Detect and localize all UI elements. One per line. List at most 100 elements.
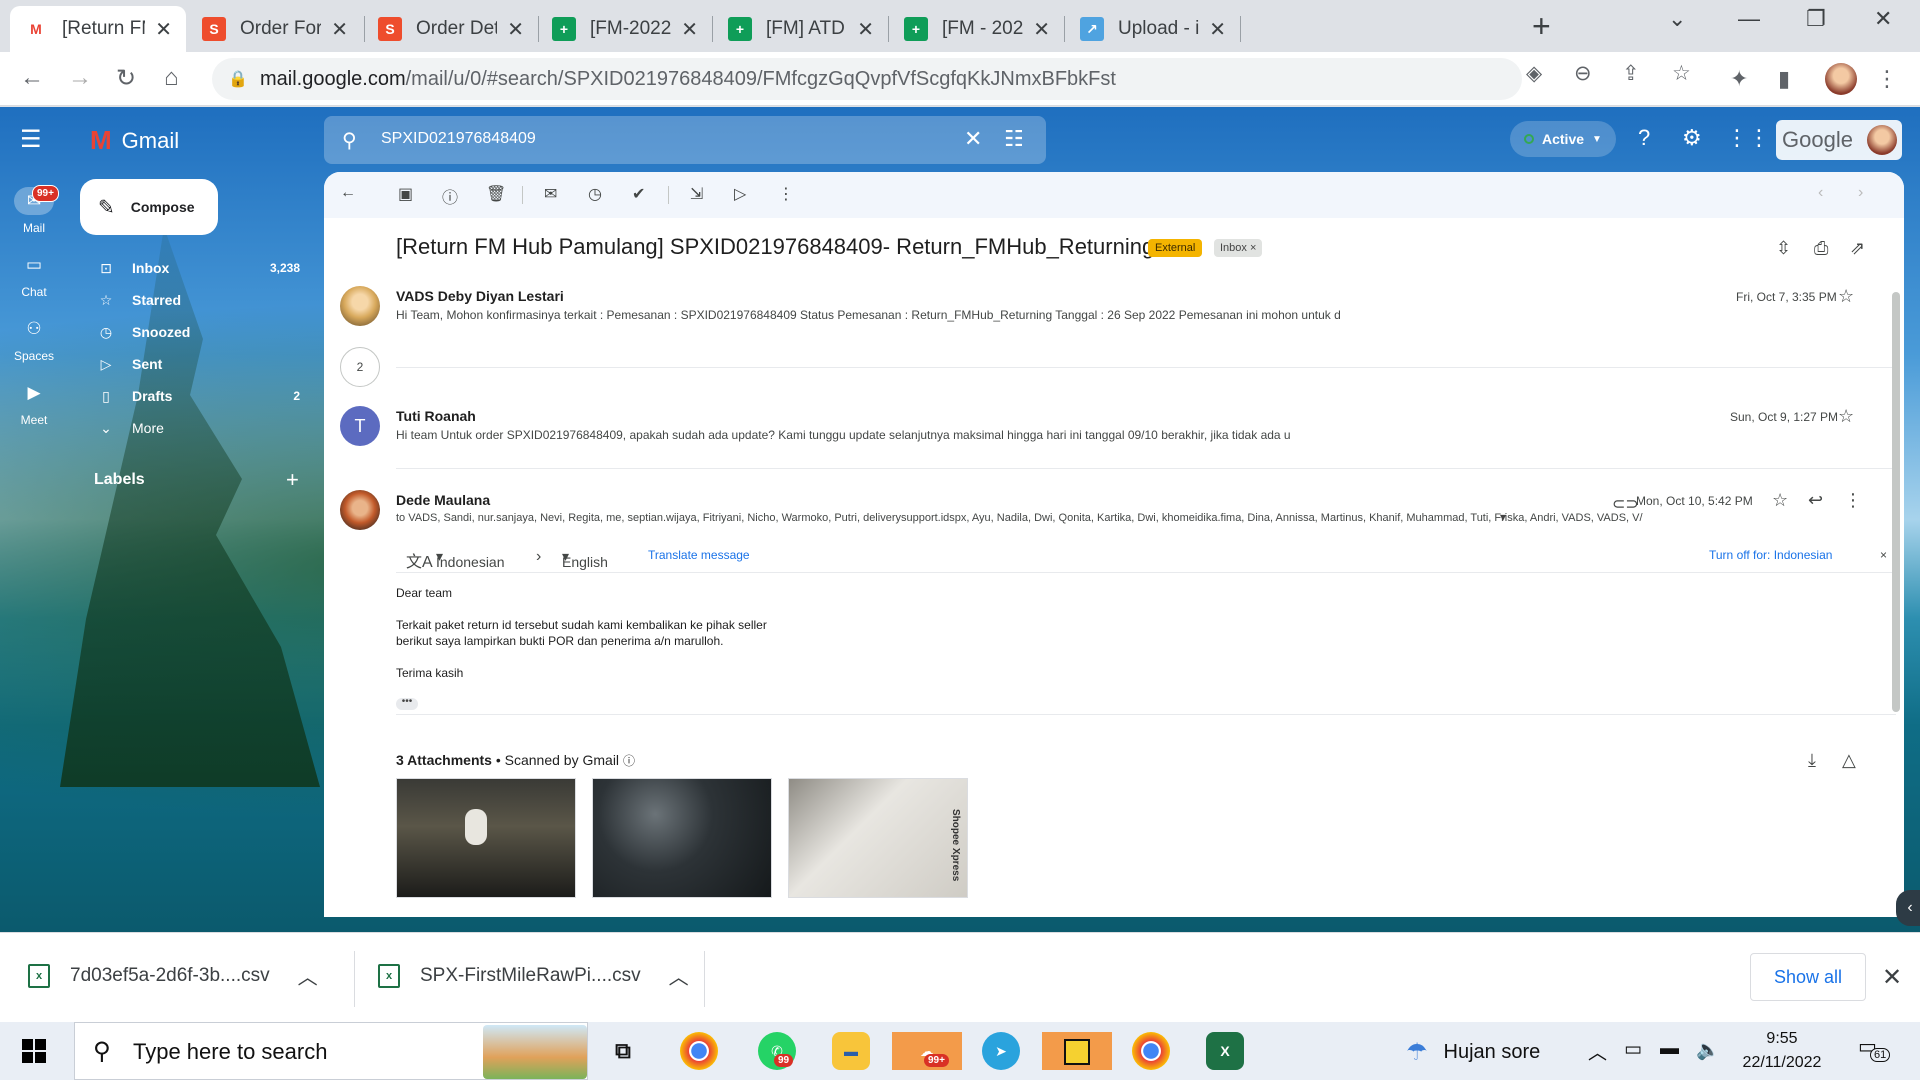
privacy-icon[interactable]: ◈ [1526, 61, 1542, 86]
inbox-tag[interactable]: Inbox × [1214, 239, 1263, 257]
translate-message-link[interactable]: Translate message [648, 548, 750, 562]
star-icon[interactable]: ☆ [1838, 286, 1854, 307]
clear-search-icon[interactable]: ✕ [964, 126, 982, 152]
archive-icon[interactable]: ▣ [398, 184, 413, 204]
new-tab-button[interactable]: + [1532, 8, 1551, 45]
sidebar-item-starred[interactable]: ☆ Starred [96, 286, 306, 314]
delete-icon[interactable]: 🗑 [486, 184, 506, 204]
tab-upload-imgkit[interactable]: ↗ Upload - imgkit ✕ [1066, 6, 1240, 52]
forward-icon[interactable]: → [68, 64, 92, 92]
sender-name[interactable]: Dede Maulana [396, 492, 490, 508]
sticky-notes-taskbar-item[interactable] [1042, 1032, 1112, 1070]
sidebar-item-sent[interactable]: ▷ Sent [96, 350, 306, 378]
lock-icon[interactable]: 🔒 [228, 69, 248, 89]
rail-meet[interactable]: ▶ Meet [0, 379, 68, 427]
tab-order-forward[interactable]: S Order Forward ✕ [188, 6, 362, 52]
source-language-dropdown[interactable]: Indonesian ▾ [436, 548, 505, 570]
help-icon[interactable]: ? [1638, 125, 1650, 151]
compose-button[interactable]: ✎ Compose [80, 179, 218, 235]
restore-icon[interactable]: ❐ [1806, 6, 1826, 32]
attachment-thumbnail-1[interactable] [396, 778, 576, 898]
add-task-icon[interactable]: ✔ [632, 184, 645, 204]
sidebar-item-more[interactable]: ⌄ More [96, 414, 306, 442]
download-item[interactable]: x SPX-FirstMileRawPi....csv ︿ [378, 961, 689, 990]
rail-chat[interactable]: ▭ Chat [0, 251, 68, 299]
battery-icon[interactable]: ▬ [1660, 1038, 1679, 1060]
close-shelf-icon[interactable]: ✕ [1882, 963, 1902, 992]
message-collapsed[interactable]: VADS Deby Diyan Lestari Hi Team, Mohon k… [324, 286, 1904, 346]
star-icon[interactable]: ☆ [1772, 490, 1788, 511]
mail-search-bar[interactable]: ⚲ SPXID021976848409 ✕ ☷ [324, 116, 1046, 164]
home-icon[interactable]: ⌂ [164, 64, 179, 92]
collapsed-messages-count[interactable]: 2 [340, 347, 380, 387]
side-panel-icon[interactable]: ▮ [1778, 66, 1790, 92]
recipients-expand-icon[interactable]: ▾ [1500, 510, 1506, 524]
taskbar-search[interactable]: ⚲ Type here to search [74, 1022, 588, 1080]
sidebar-item-inbox[interactable]: ⊡ Inbox 3,238 [96, 254, 306, 282]
info-icon[interactable]: ⓘ [623, 754, 635, 768]
close-icon[interactable]: ✕ [331, 17, 348, 42]
address-bar[interactable]: 🔒 mail.google.com/mail/u/0/#search/SPXID… [212, 58, 1522, 100]
close-icon[interactable]: ✕ [1209, 17, 1226, 42]
volume-icon[interactable]: 🔈 [1696, 1038, 1720, 1062]
chevron-up-icon[interactable]: ︿ [669, 961, 689, 990]
close-icon[interactable]: ✕ [681, 17, 698, 42]
google-account-button[interactable]: Google [1776, 120, 1902, 160]
more-options-icon[interactable]: ⋮ [778, 184, 794, 204]
telegram-icon[interactable]: ➤ [982, 1032, 1020, 1070]
newer-icon[interactable]: ‹ [1818, 184, 1823, 202]
close-translate-icon[interactable]: × [1880, 548, 1887, 562]
save-to-drive-icon[interactable]: △ [1842, 750, 1856, 771]
bookmark-star-icon[interactable]: ☆ [1672, 61, 1691, 86]
minimize-icon[interactable]: — [1738, 6, 1760, 32]
share-icon[interactable]: ⇪ [1622, 61, 1640, 86]
message-collapsed[interactable]: T Tuti Roanah Hi team Untuk order SPXID0… [324, 406, 1904, 466]
extensions-icon[interactable]: ✦ [1730, 66, 1748, 92]
download-all-icon[interactable]: ⤓ [1808, 750, 1816, 771]
remove-label-icon[interactable]: × [1250, 242, 1256, 254]
back-to-list-icon[interactable]: ← [340, 184, 356, 202]
tab-fm-atd-nek[interactable]: + [FM] ATD NEK ✕ [714, 6, 888, 52]
mark-unread-icon[interactable]: ✉ [544, 184, 557, 204]
report-spam-icon[interactable]: ⓘ [442, 184, 458, 208]
add-label-icon[interactable]: + [286, 467, 299, 493]
zoom-icon[interactable]: ⊖ [1574, 61, 1592, 86]
close-icon[interactable]: ✕ [155, 17, 172, 42]
windows-start-icon[interactable] [22, 1039, 46, 1063]
close-icon[interactable]: ✕ [857, 17, 874, 42]
open-new-window-icon[interactable]: ⇗ [1850, 238, 1865, 259]
move-to-icon[interactable]: ⇲ [690, 184, 703, 204]
sidebar-item-snoozed[interactable]: ◷ Snoozed [96, 318, 306, 346]
older-icon[interactable]: › [1858, 184, 1863, 202]
side-panel-toggle-icon[interactable]: ‹ [1896, 890, 1920, 926]
target-language-dropdown[interactable]: English ▾ [562, 548, 608, 570]
main-menu-icon[interactable]: ☰ [20, 125, 42, 154]
tab-order-detail[interactable]: S Order Detail - S ✕ [364, 6, 538, 52]
snooze-icon[interactable]: ◷ [588, 184, 602, 204]
chevron-up-icon[interactable]: ︿ [298, 961, 318, 990]
system-clock[interactable]: 9:55 22/11/2022 [1736, 1027, 1828, 1075]
download-item[interactable]: x 7d03ef5a-2d6f-3b....csv ︿ [28, 961, 318, 990]
star-icon[interactable]: ☆ [1838, 406, 1854, 427]
turn-off-translate-link[interactable]: Turn off for: Indonesian [1709, 548, 1832, 562]
chrome-icon[interactable] [680, 1032, 718, 1070]
notification-center-icon[interactable]: ▭ 61 [1858, 1034, 1892, 1066]
task-view-icon[interactable]: ⧉ [604, 1032, 642, 1070]
tab-gmail[interactable]: M [Return FM Hu ✕ [10, 6, 186, 52]
message-more-icon[interactable]: ⋮ [1844, 490, 1862, 511]
label-icon[interactable]: ▷ [734, 184, 746, 204]
profile-avatar[interactable] [1825, 63, 1857, 95]
recipients-list[interactable]: to VADS, Sandi, nur.sanjaya, Nevi, Regit… [396, 512, 1643, 524]
reply-icon[interactable]: ↩ [1808, 490, 1823, 511]
network-icon[interactable]: ▭ [1624, 1038, 1642, 1061]
search-options-icon[interactable]: ☷ [1004, 126, 1024, 152]
settings-gear-icon[interactable]: ⚙ [1682, 125, 1702, 151]
close-icon[interactable]: ✕ [507, 17, 524, 42]
close-window-icon[interactable]: ✕ [1874, 6, 1892, 32]
show-trimmed-content-button[interactable]: ••• [396, 697, 418, 710]
file-explorer-icon[interactable]: ▬ [832, 1032, 870, 1070]
apps-grid-icon[interactable]: ⋮⋮ [1726, 125, 1770, 151]
back-icon[interactable]: ← [20, 64, 44, 92]
show-all-downloads-button[interactable]: Show all [1750, 953, 1866, 1001]
search-query[interactable]: SPXID021976848409 [381, 130, 536, 148]
